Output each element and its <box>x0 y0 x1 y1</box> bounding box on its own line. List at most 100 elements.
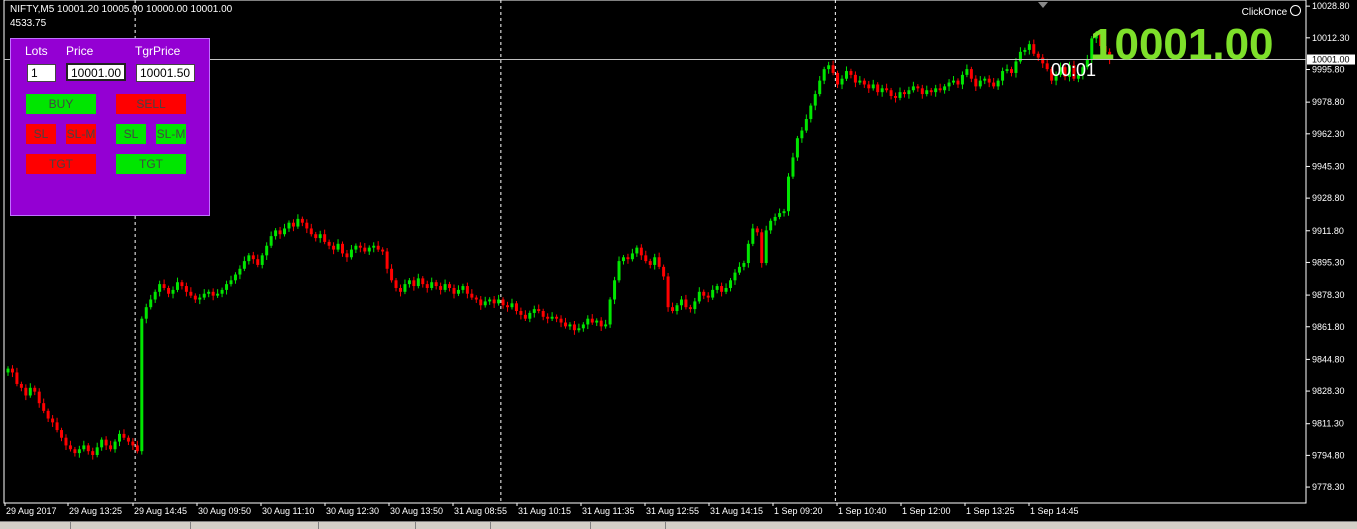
candle <box>407 277 411 288</box>
candle <box>349 244 353 260</box>
candle <box>662 264 666 280</box>
candle <box>158 280 162 297</box>
clickonce-icon[interactable] <box>1290 5 1301 16</box>
slm-buy-button[interactable]: SL-M <box>156 124 186 144</box>
chart-tabs-bar[interactable] <box>0 521 1357 529</box>
candle <box>514 301 518 315</box>
price-input[interactable]: 10001.00 <box>66 63 126 81</box>
y-tick-label: 9995.80 <box>1312 64 1345 74</box>
trade-panel: Lots Price TgrPrice 1 10001.00 10001.50 … <box>10 38 210 216</box>
candle <box>412 276 416 291</box>
candle <box>33 385 37 396</box>
candle <box>818 76 822 97</box>
candle <box>822 66 826 85</box>
tgrprice-input[interactable]: 10001.50 <box>136 64 195 82</box>
candle <box>711 285 715 300</box>
candle <box>630 248 634 262</box>
candle <box>456 285 460 297</box>
candle <box>492 296 496 308</box>
candle <box>193 293 197 303</box>
candle <box>791 152 795 179</box>
candle <box>581 322 585 332</box>
candle <box>519 307 523 320</box>
candle <box>688 304 692 313</box>
candle <box>6 366 10 376</box>
candle <box>443 279 447 293</box>
symbol-info: NIFTY,M5 10001.20 10005.00 10000.00 1000… <box>10 4 233 15</box>
candle <box>617 256 621 283</box>
candle <box>256 254 260 268</box>
candle <box>657 252 661 270</box>
chart-shift-arrow-icon[interactable] <box>1038 2 1048 8</box>
buy-button[interactable]: BUY <box>26 94 96 114</box>
candle <box>773 213 777 226</box>
sell-button[interactable]: SELL <box>116 94 186 114</box>
candle <box>550 312 554 321</box>
candle <box>82 440 86 452</box>
candle <box>956 78 960 88</box>
candle <box>920 84 924 99</box>
candle <box>314 231 318 242</box>
candle <box>465 282 469 299</box>
candle <box>885 83 889 93</box>
candle <box>853 71 857 88</box>
sl-sell-button[interactable]: SL <box>26 124 56 144</box>
candle <box>309 223 313 237</box>
candle <box>479 296 483 310</box>
trading-chart-window: 10028.80 10012.30 9995.80 9978.80 9962.30 994… <box>0 0 1357 529</box>
candle <box>291 219 295 232</box>
candle <box>599 317 603 331</box>
candle <box>51 415 55 427</box>
candle <box>77 445 81 458</box>
candle <box>737 262 741 275</box>
candle <box>470 289 474 300</box>
candle <box>403 279 407 295</box>
candle <box>1027 40 1031 55</box>
tgt-sell-button[interactable]: TGT <box>26 154 96 174</box>
candle <box>952 76 956 85</box>
y-tick-label: 9778.30 <box>1312 482 1345 492</box>
x-tick-label: 1 Sep 12:00 <box>902 506 951 516</box>
candle <box>934 84 938 97</box>
candle <box>354 243 358 254</box>
price-label: Price <box>66 44 94 58</box>
candle <box>586 315 590 330</box>
slm-sell-button[interactable]: SL-M <box>66 124 96 144</box>
candle <box>639 244 643 260</box>
y-tick-label: 10028.80 <box>1312 1 1350 11</box>
candle <box>300 216 304 227</box>
tgt-buy-button[interactable]: TGT <box>116 154 186 174</box>
candle <box>260 253 264 269</box>
candle <box>849 68 853 79</box>
candle <box>938 83 942 93</box>
candle <box>947 79 951 92</box>
candle <box>608 297 612 328</box>
lots-input[interactable]: 1 <box>27 64 56 82</box>
candle <box>590 314 594 325</box>
candle <box>974 75 978 92</box>
candle <box>996 78 1000 90</box>
candle <box>795 135 799 161</box>
sl-buy-button[interactable]: SL <box>116 124 146 144</box>
candle <box>198 294 202 305</box>
clickonce-label[interactable]: ClickOnce <box>1242 5 1301 18</box>
candle <box>760 228 764 268</box>
candle <box>24 384 28 401</box>
x-tick-label: 29 Aug 13:25 <box>69 506 122 516</box>
x-tick-label: 29 Aug 2017 <box>6 506 57 516</box>
candle <box>987 75 991 88</box>
x-tick-label: 31 Aug 12:55 <box>646 506 699 516</box>
candle <box>978 76 982 89</box>
candle <box>425 280 429 293</box>
candle <box>15 367 19 387</box>
candle <box>336 239 340 252</box>
x-tick-label: 30 Aug 12:30 <box>326 506 379 516</box>
candle <box>122 429 126 441</box>
candle <box>358 242 362 253</box>
candle <box>506 301 510 312</box>
candle <box>644 250 648 264</box>
candle <box>626 253 630 264</box>
candle <box>140 316 144 455</box>
candle <box>764 225 768 266</box>
candle <box>653 253 657 270</box>
